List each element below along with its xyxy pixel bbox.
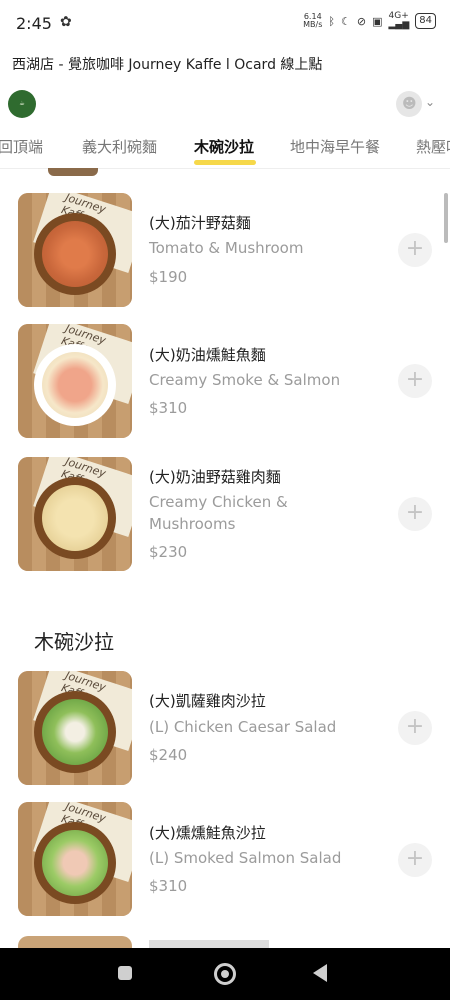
dish-name: (大)奶油野菇雞肉麵	[149, 468, 281, 486]
dish-price: $190	[149, 268, 188, 286]
tab-mediterranean-brunch[interactable]: 地中海早午餐	[290, 136, 380, 157]
network-speed: 6.14 MB/s	[303, 12, 323, 29]
dish-name: (大)奶油燻鮭魚麵	[149, 346, 266, 364]
dish-name: (大)茄汁野菇麵	[149, 214, 251, 232]
bluetooth-icon: ᛒ	[328, 14, 335, 28]
dish-english-name: Creamy Smoke & Salmon	[149, 371, 341, 389]
section-title: 木碗沙拉	[34, 630, 114, 654]
tab-pasta-bowl[interactable]: 義大利碗麵	[82, 136, 157, 157]
dish-name: (大)燻燻鮭魚沙拉	[149, 824, 266, 842]
chevron-down-icon[interactable]: ⌄	[425, 95, 435, 109]
status-bar: 2:45 ✿ 6.14 MB/s ᛒ ☾ ⊘ ▣ 4G+ ▂▄▆ 84	[0, 0, 450, 44]
dish-price: $310	[149, 877, 188, 895]
dish-english-name: (L) Chicken Caesar Salad	[149, 718, 337, 736]
square-icon[interactable]	[118, 966, 132, 980]
user-avatar-icon[interactable]: ☻	[396, 91, 422, 117]
moon-icon: ☾	[341, 14, 351, 28]
tab-pressed-toast[interactable]: 熱壓吐司	[416, 136, 450, 157]
dish-image: Journey Kaffe	[18, 671, 132, 785]
active-tab-indicator	[194, 160, 256, 165]
dish-price: $310	[149, 399, 188, 417]
dish-image: Journey Kaffe	[18, 457, 132, 571]
store-logo[interactable]: ☕	[8, 90, 36, 118]
status-right-icons: 6.14 MB/s ᛒ ☾ ⊘ ▣ 4G+ ▂▄▆ 84	[303, 12, 436, 30]
plus-icon[interactable]: +	[398, 497, 432, 531]
plus-icon[interactable]: +	[398, 843, 432, 877]
mute-icon: ⊘	[356, 14, 367, 28]
scrollbar[interactable]	[444, 193, 448, 243]
tab-back-to-top[interactable]: 回頂端	[0, 136, 43, 157]
sim-icon: ▣	[372, 14, 383, 28]
dish-price: $240	[149, 746, 188, 764]
dish-english-name: (L) Smoked Salmon Salad	[149, 849, 342, 867]
dish-image: Journey Kaffe	[18, 802, 132, 916]
plus-icon[interactable]: +	[398, 233, 432, 267]
next-item-name-edge	[149, 940, 269, 948]
battery-icon: 84	[415, 13, 436, 29]
dish-image: Journey Kaffe	[18, 324, 132, 438]
dish-english-name: Creamy Chicken & Mushrooms	[149, 493, 288, 533]
dish-name: (大)凱薩雞肉沙拉	[149, 692, 266, 710]
plus-icon[interactable]: +	[398, 364, 432, 398]
dish-price: $230	[149, 543, 188, 561]
tab-wooden-bowl-salad[interactable]: 木碗沙拉	[194, 136, 254, 157]
home-circle-icon[interactable]	[214, 963, 236, 985]
dish-image: Journey Kaffe	[18, 193, 132, 307]
previous-item-image-edge	[48, 168, 98, 176]
back-triangle-icon[interactable]	[313, 964, 327, 982]
signal-icon: 4G+ ▂▄▆	[388, 11, 410, 30]
category-tabs: 回頂端 義大利碗麵 木碗沙拉 地中海早午餐 熱壓吐司	[0, 128, 450, 169]
dish-english-name: Tomato & Mushroom	[149, 239, 304, 257]
system-navigation-bar	[0, 948, 450, 1000]
plus-icon[interactable]: +	[398, 711, 432, 745]
page-title: 西湖店 - 覺旅咖啡 Journey Kaffe l Ocard 線上點	[12, 57, 323, 73]
status-time: 2:45	[16, 14, 52, 33]
pinwheel-icon: ✿	[60, 14, 72, 30]
